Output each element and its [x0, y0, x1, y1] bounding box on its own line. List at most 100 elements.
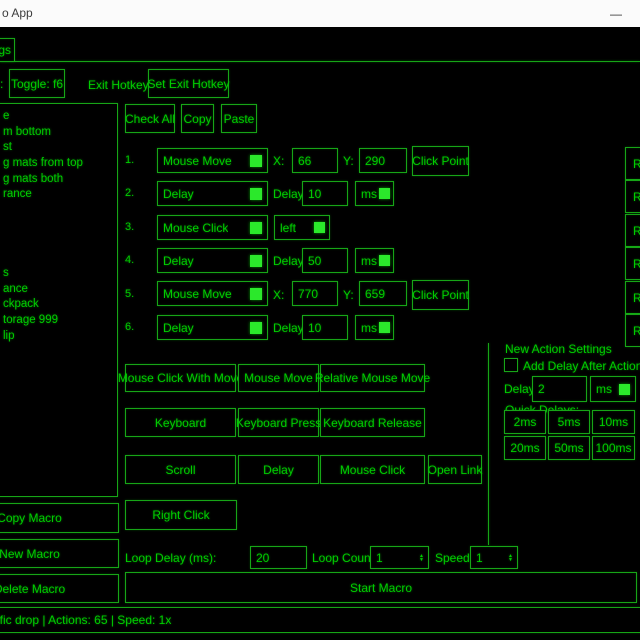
click-point-button[interactable]: Click Point	[412, 146, 469, 176]
speed-stepper[interactable]: 1 ▲ ▼	[470, 546, 518, 569]
x-input[interactable]	[292, 281, 338, 306]
start-macro-button[interactable]: Start Macro	[125, 572, 637, 603]
add-keyboard-button[interactable]: Keyboard	[125, 408, 236, 437]
mouse-button-dropdown[interactable]: left	[274, 215, 330, 240]
action-type-dropdown[interactable]: Delay	[157, 181, 268, 206]
start-macro-label: Start Macro	[350, 581, 412, 595]
delete-macro-button[interactable]: Delete Macro	[0, 574, 119, 603]
tabstrip-divider	[0, 61, 640, 62]
add-keyboard-press-button[interactable]: Keyboard Press	[238, 408, 319, 437]
macro-list-item[interactable]: lip	[0, 329, 117, 345]
minimize-button[interactable]: —	[598, 0, 634, 27]
macro-list-item[interactable]: g mats both	[0, 172, 117, 188]
add-delay-after-action-checkbox[interactable]	[504, 358, 518, 372]
quick-delay-10ms-button[interactable]: 10ms	[592, 410, 635, 434]
button-label: 2ms	[514, 415, 537, 429]
delay-input[interactable]	[302, 181, 348, 206]
action-type-value: Mouse Move	[163, 154, 232, 168]
check-all-button[interactable]: Check All	[125, 104, 175, 133]
toggle-hotkey-label: :	[0, 77, 3, 91]
delay-input[interactable]	[302, 315, 348, 340]
set-exit-hotkey-button[interactable]: Set Exit Hotkey	[148, 69, 229, 98]
action-type-dropdown[interactable]: Delay	[157, 248, 268, 273]
action-row-number: 5.	[125, 288, 134, 300]
quick-delay-5ms-button[interactable]: 5ms	[548, 410, 590, 434]
dropdown-indicator-icon	[314, 222, 325, 233]
action-type-dropdown[interactable]: Delay	[157, 315, 268, 340]
macro-list-item[interactable]: st	[0, 140, 117, 156]
add-delay-button[interactable]: Delay	[238, 455, 319, 484]
add-mouse-click-with-move-button[interactable]: Mouse Click With Move	[125, 364, 236, 392]
macro-list-item[interactable]	[0, 219, 117, 235]
macro-list-item[interactable]: rance	[0, 187, 117, 203]
new-macro-button[interactable]: New Macro	[0, 539, 119, 568]
macro-list-item[interactable]: g mats from top	[0, 156, 117, 172]
click-point-button[interactable]: Click Point	[412, 280, 469, 310]
delay-label: Delay	[273, 254, 304, 268]
macro-list-item[interactable]	[0, 250, 117, 266]
title-bar: o App —	[0, 0, 640, 27]
copy-actions-button[interactable]: Copy	[181, 104, 214, 133]
remove-action-button[interactable]: R	[625, 180, 640, 213]
dropdown-indicator-icon	[619, 384, 630, 395]
button-label: Delay	[263, 463, 294, 477]
remove-action-button[interactable]: R	[625, 314, 640, 347]
action-type-dropdown[interactable]: Mouse Move	[157, 148, 268, 173]
action-type-dropdown[interactable]: Mouse Move	[157, 281, 268, 306]
remove-action-button[interactable]: R	[625, 247, 640, 280]
button-label: Scroll	[165, 463, 195, 477]
button-label: 10ms	[599, 415, 628, 429]
action-type-dropdown[interactable]: Mouse Click	[157, 215, 268, 240]
remove-action-button[interactable]: R	[625, 147, 640, 180]
macro-listbox[interactable]: e m bottom st g mats from top g mats bot…	[0, 103, 118, 497]
stepper-arrows[interactable]: ▲ ▼	[508, 554, 513, 562]
toggle-hotkey-button[interactable]: Toggle: f6	[9, 69, 65, 98]
y-input[interactable]	[359, 148, 407, 173]
add-open-link-button[interactable]: Open Link	[428, 455, 482, 484]
macro-list-item[interactable]	[0, 203, 117, 219]
macro-list-item[interactable]: ance	[0, 282, 117, 298]
action-type-value: Mouse Move	[163, 287, 232, 301]
macro-list-item[interactable]	[0, 235, 117, 251]
macro-list-item[interactable]: s	[0, 266, 117, 282]
spinner-down-icon[interactable]: ▼	[508, 558, 513, 562]
quick-delay-2ms-button[interactable]: 2ms	[504, 410, 546, 434]
window-title: o App	[2, 6, 33, 20]
quick-delay-50ms-button[interactable]: 50ms	[548, 436, 590, 460]
macro-list-item[interactable]: torage 999	[0, 313, 117, 329]
stepper-arrows[interactable]: ▲ ▼	[419, 554, 424, 562]
macro-list-item[interactable]: m bottom	[0, 125, 117, 141]
y-input[interactable]	[359, 281, 407, 306]
button-label: Keyboard Release	[323, 416, 422, 430]
paste-actions-button[interactable]: Paste	[221, 104, 257, 133]
remove-action-button[interactable]: R	[625, 281, 640, 314]
loop-count-stepper[interactable]: 1 ▲ ▼	[370, 546, 429, 569]
add-scroll-button[interactable]: Scroll	[125, 455, 236, 484]
add-keyboard-release-button[interactable]: Keyboard Release	[320, 408, 425, 437]
delay-input[interactable]	[302, 248, 348, 273]
delay-unit-dropdown[interactable]: ms	[355, 248, 394, 273]
minimize-icon: —	[610, 7, 622, 21]
add-mouse-click-button[interactable]: Mouse Click	[320, 455, 425, 484]
button-label: Keyboard Press	[236, 416, 321, 430]
delay-unit-dropdown[interactable]: ms	[355, 315, 394, 340]
new-action-delay-input[interactable]	[532, 376, 587, 402]
copy-macro-button[interactable]: Copy Macro	[0, 503, 119, 533]
x-input[interactable]	[292, 148, 338, 173]
delay-unit-value: ms	[361, 187, 377, 201]
macro-list-item[interactable]: e	[0, 109, 117, 125]
check-all-label: Check All	[125, 112, 175, 126]
tab-settings[interactable]: gs	[0, 38, 15, 62]
quick-delay-20ms-button[interactable]: 20ms	[504, 436, 546, 460]
macro-list-item[interactable]: ckpack	[0, 297, 117, 313]
add-relative-mouse-move-button[interactable]: Relative Mouse Move	[320, 364, 425, 392]
spinner-down-icon[interactable]: ▼	[419, 558, 424, 562]
new-action-delay-unit-dropdown[interactable]: ms	[590, 376, 636, 402]
remove-action-button[interactable]: R	[625, 214, 640, 247]
add-mouse-move-button[interactable]: Mouse Move	[238, 364, 319, 392]
delay-unit-dropdown[interactable]: ms	[355, 181, 394, 206]
quick-delay-100ms-button[interactable]: 100ms	[592, 436, 635, 460]
loop-delay-input[interactable]	[250, 546, 307, 569]
add-right-click-button[interactable]: Right Click	[125, 500, 237, 530]
delay-label: Delay	[273, 187, 304, 201]
